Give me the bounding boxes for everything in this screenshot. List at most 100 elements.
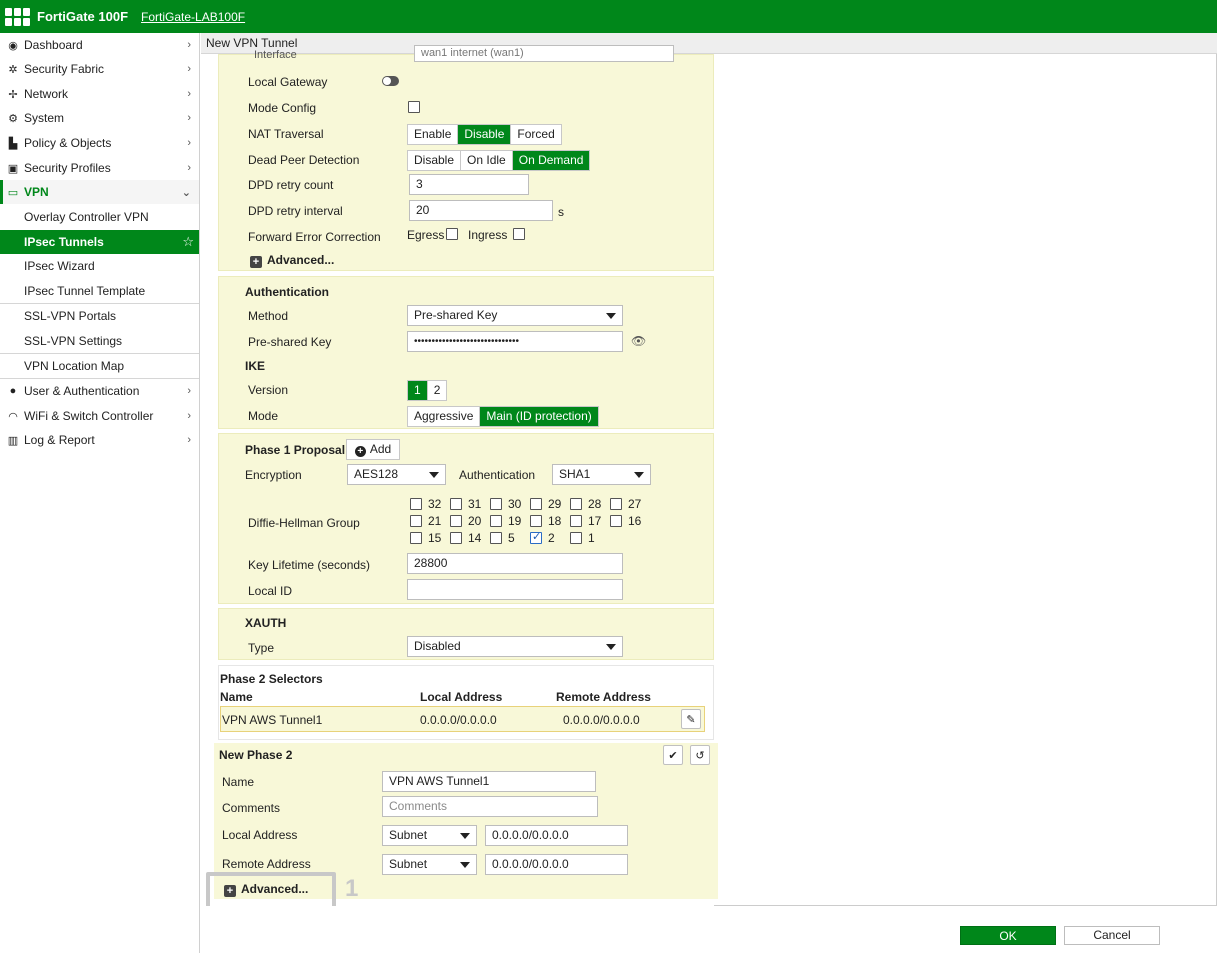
ike-mode-main-option[interactable]: Main (ID protection) — [480, 407, 598, 426]
dh-17-label: 17 — [588, 514, 602, 528]
undo-icon[interactable]: ↺ — [690, 745, 710, 765]
sidebar-item-policy-objects[interactable]: ▙ Policy & Objects › — [0, 131, 199, 155]
dh-29-checkbox[interactable] — [530, 498, 542, 510]
dh-19-checkbox[interactable] — [490, 515, 502, 527]
dh-14-checkbox[interactable] — [450, 532, 462, 544]
fec-egress-checkbox[interactable] — [446, 228, 458, 240]
phase1-add-button[interactable]: + Add — [346, 439, 400, 460]
dh-19-label: 19 — [508, 514, 522, 528]
fortinet-logo-icon[interactable] — [5, 7, 31, 27]
sidebar-item-system[interactable]: ⚙ System › — [0, 106, 199, 130]
p2-remote-input[interactable]: 0.0.0.0/0.0.0.0 — [485, 854, 628, 875]
sidebar-item-overlay-controller-vpn[interactable]: Overlay Controller VPN — [0, 205, 199, 229]
dh-20-label: 20 — [468, 514, 482, 528]
nat-forced-option[interactable]: Forced — [511, 125, 560, 144]
sidebar-item-security-profiles[interactable]: ▣ Security Profiles › — [0, 156, 199, 180]
sidebar-item-network[interactable]: ✢ Network › — [0, 82, 199, 106]
hostname-link[interactable]: FortiGate-LAB100F — [141, 10, 245, 24]
local-gateway-toggle[interactable] — [382, 76, 399, 86]
interface-select[interactable]: wan1 internet (wan1) — [414, 45, 674, 62]
mode-config-checkbox[interactable] — [408, 101, 420, 113]
phase2-row-name: VPN AWS Tunnel1 — [222, 713, 323, 727]
network-advanced-toggle[interactable]: + Advanced... — [250, 253, 334, 268]
p2-local-type-select[interactable]: Subnet — [382, 825, 477, 846]
chevron-right-icon: › — [187, 39, 191, 51]
dpd-on-demand-option[interactable]: On Demand — [512, 151, 590, 170]
p2-name-input[interactable]: VPN AWS Tunnel1 — [382, 771, 596, 792]
psk-input[interactable]: •••••••••••••••••••••••••••••• — [407, 331, 623, 352]
dh-28-checkbox[interactable] — [570, 498, 582, 510]
dh-27-checkbox[interactable] — [610, 498, 622, 510]
sidebar-item-log-report[interactable]: ▥ Log & Report › — [0, 428, 199, 452]
phase2-row-local: 0.0.0.0/0.0.0.0 — [420, 713, 497, 727]
dh-5-checkbox[interactable] — [490, 532, 502, 544]
sidebar-item-security-fabric[interactable]: ✲ Security Fabric › — [0, 57, 199, 81]
dh-28-label: 28 — [588, 497, 602, 511]
sidebar-item-ipsec-tunnels[interactable]: IPsec Tunnels ☆ — [0, 230, 199, 254]
network-section: wan1 internet (wan1) Interface Local Gat… — [218, 45, 714, 271]
dh-2-label: 2 — [548, 531, 555, 545]
check-circle-icon[interactable]: ✔ — [663, 745, 683, 765]
phase2-advanced-toggle[interactable]: + Advanced... — [224, 882, 308, 897]
local-gateway-label: Local Gateway — [248, 75, 328, 89]
sidebar-item-wifi-switch-controller[interactable]: ◠ WiFi & Switch Controller › — [0, 404, 199, 428]
p2-remote-type-select[interactable]: Subnet — [382, 854, 477, 875]
sidebar-item-label: Overlay Controller VPN — [24, 210, 149, 224]
method-select[interactable]: Pre-shared Key — [407, 305, 623, 326]
table-row[interactable]: VPN AWS Tunnel1 0.0.0.0/0.0.0.0 0.0.0.0/… — [220, 706, 705, 732]
dh-18-checkbox[interactable] — [530, 515, 542, 527]
phase1-auth-select[interactable]: SHA1 — [552, 464, 651, 485]
dpd-retry-count-input[interactable]: 3 — [409, 174, 529, 195]
dpd-segmented: Disable On Idle On Demand — [407, 150, 591, 171]
dh-30-checkbox[interactable] — [490, 498, 502, 510]
p2-name-label: Name — [222, 775, 255, 789]
plus-icon: + — [224, 885, 236, 897]
sidebar-item-vpn[interactable]: ▭ VPN ⌄ — [0, 180, 199, 204]
ike-version-1-option[interactable]: 1 — [408, 381, 428, 400]
cancel-button[interactable]: Cancel — [1064, 926, 1160, 945]
security-fabric-icon: ✲ — [8, 63, 18, 76]
nat-enable-option[interactable]: Enable — [408, 125, 459, 144]
sidebar-item-label: IPsec Wizard — [24, 259, 95, 273]
sidebar-item-ipsec-tunnel-template[interactable]: IPsec Tunnel Template — [0, 279, 199, 303]
dh-2-checkbox[interactable] — [530, 530, 542, 544]
sidebar-item-user-authentication[interactable]: ● User & Authentication › — [0, 379, 199, 403]
advanced-label: Advanced... — [241, 882, 309, 896]
authentication-section: Authentication Method Pre-shared Key Pre… — [218, 276, 714, 429]
sidebar-item-dashboard[interactable]: ◉ Dashboard › — [0, 33, 199, 57]
dpd-on-idle-option[interactable]: On Idle — [461, 151, 513, 170]
dpd-retry-interval-input[interactable]: 20 — [409, 200, 553, 221]
dpd-disable-option[interactable]: Disable — [408, 151, 462, 170]
p2-comments-textarea[interactable]: Comments — [382, 796, 598, 817]
ike-version-2-option[interactable]: 2 — [428, 381, 447, 400]
eye-icon[interactable]: 👁 — [631, 334, 646, 348]
dh-16-checkbox[interactable] — [610, 515, 622, 527]
dh-31-checkbox[interactable] — [450, 498, 462, 510]
dh-21-checkbox[interactable] — [410, 515, 422, 527]
dh-15-checkbox[interactable] — [410, 532, 422, 544]
chevron-right-icon: › — [187, 112, 191, 124]
ike-mode-aggressive-option[interactable]: Aggressive — [408, 407, 481, 426]
fec-ingress-checkbox[interactable] — [513, 228, 525, 240]
sidebar-item-ssl-vpn-settings[interactable]: SSL-VPN Settings — [0, 329, 199, 353]
encryption-select[interactable]: AES128 — [347, 464, 446, 485]
sidebar-item-label: VPN — [24, 185, 49, 199]
dh-1-checkbox[interactable] — [570, 532, 582, 544]
pencil-icon[interactable]: ✎ — [681, 709, 701, 729]
dh-14-label: 14 — [468, 531, 482, 545]
phase2-col-remote: Remote Address — [556, 690, 651, 704]
nat-disable-option[interactable]: Disable — [458, 125, 512, 144]
star-icon[interactable]: ☆ — [182, 234, 194, 250]
sidebar-item-ssl-vpn-portals[interactable]: SSL-VPN Portals — [0, 304, 199, 328]
dh-17-checkbox[interactable] — [570, 515, 582, 527]
sidebar-item-vpn-location-map[interactable]: VPN Location Map — [0, 354, 199, 378]
local-id-input[interactable] — [407, 579, 623, 600]
dh-20-checkbox[interactable] — [450, 515, 462, 527]
user-icon: ● — [9, 385, 17, 397]
key-lifetime-input[interactable]: 28800 — [407, 553, 623, 574]
sidebar-item-ipsec-wizard[interactable]: IPsec Wizard — [0, 254, 199, 278]
p2-local-input[interactable]: 0.0.0.0/0.0.0.0 — [485, 825, 628, 846]
dh-32-checkbox[interactable] — [410, 498, 422, 510]
xauth-type-select[interactable]: Disabled — [407, 636, 623, 657]
ok-button[interactable]: OK — [960, 926, 1056, 945]
